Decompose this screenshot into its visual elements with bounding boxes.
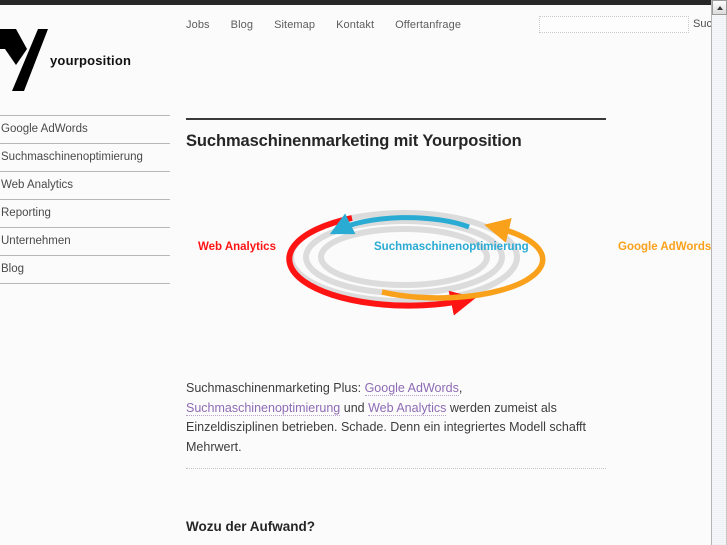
sidebar-item-web-analytics[interactable]: Web Analytics [0, 171, 170, 199]
search-input[interactable] [539, 16, 689, 33]
sidebar-item-suchmaschinenoptimierung[interactable]: Suchmaschinenoptimierung [0, 143, 170, 171]
main-content: Suchmaschinenmarketing mit Yourposition [186, 118, 606, 151]
scroll-up-triangle-icon [716, 5, 723, 10]
content-top-rule [186, 118, 606, 120]
logo-wordmark: yourposition [50, 53, 132, 68]
graphic-label-web-analytics: Web Analytics [198, 241, 276, 253]
yourposition-y-logo-icon [0, 29, 48, 91]
graphic-label-google-adwords: Google AdWords [618, 241, 711, 253]
vertical-scrollbar[interactable] [711, 0, 727, 545]
link-google-adwords[interactable]: Google AdWords [364, 381, 459, 396]
page-viewport: yourposition Jobs Blog Sitemap Kontakt O… [0, 5, 711, 545]
intro-text-3: und [340, 400, 369, 415]
graphic-label-seo: Suchmaschinenoptimierung [374, 241, 529, 253]
intro-paragraph: Suchmaschinenmarketing Plus: Google AdWo… [186, 379, 611, 457]
sidebar-item-blog[interactable]: Blog [0, 255, 170, 284]
section-divider [186, 468, 606, 469]
scroll-up-arrow-icon[interactable] [712, 0, 727, 15]
sidebar-item-reporting[interactable]: Reporting [0, 199, 170, 227]
page-title: Suchmaschinenmarketing mit Yourposition [186, 132, 522, 150]
sidebar-item-unternehmen[interactable]: Unternehmen [0, 227, 170, 255]
intro-text-2: , [458, 381, 463, 395]
topnav-item-blog[interactable]: Blog [231, 19, 253, 31]
topnav-item-sitemap[interactable]: Sitemap [274, 19, 315, 31]
site-header: yourposition Jobs Blog Sitemap Kontakt O… [0, 5, 711, 106]
search-submit-button[interactable]: Suchen [693, 18, 711, 30]
site-logo[interactable]: yourposition [0, 23, 170, 93]
sidebar-navigation: Google AdWords Suchmaschinenoptimierung … [0, 115, 170, 284]
section-heading: Wozu der Aufwand? [186, 519, 315, 535]
sidebar-item-google-adwords[interactable]: Google AdWords [0, 115, 170, 143]
topnav-item-offertanfrage[interactable]: Offertanfrage [395, 19, 461, 31]
link-web-analytics[interactable]: Web Analytics [368, 400, 447, 416]
smm-cycle-graphic: Web Analytics Suchmaschinenoptimierung G… [186, 201, 711, 319]
topnav-item-jobs[interactable]: Jobs [186, 19, 210, 31]
intro-text-1: Suchmaschinenmarketing Plus: [186, 381, 365, 395]
scrollbar-track[interactable] [712, 15, 727, 545]
intro-paragraph-block: Suchmaschinenmarketing Plus: Google AdWo… [186, 379, 611, 457]
cycle-diagram-svg [286, 210, 546, 316]
top-navigation: Jobs Blog Sitemap Kontakt Offertanfrage [186, 19, 461, 31]
link-suchmaschinenoptimierung[interactable]: Suchmaschinenoptimierung [186, 400, 341, 416]
topnav-item-kontakt[interactable]: Kontakt [336, 19, 374, 31]
